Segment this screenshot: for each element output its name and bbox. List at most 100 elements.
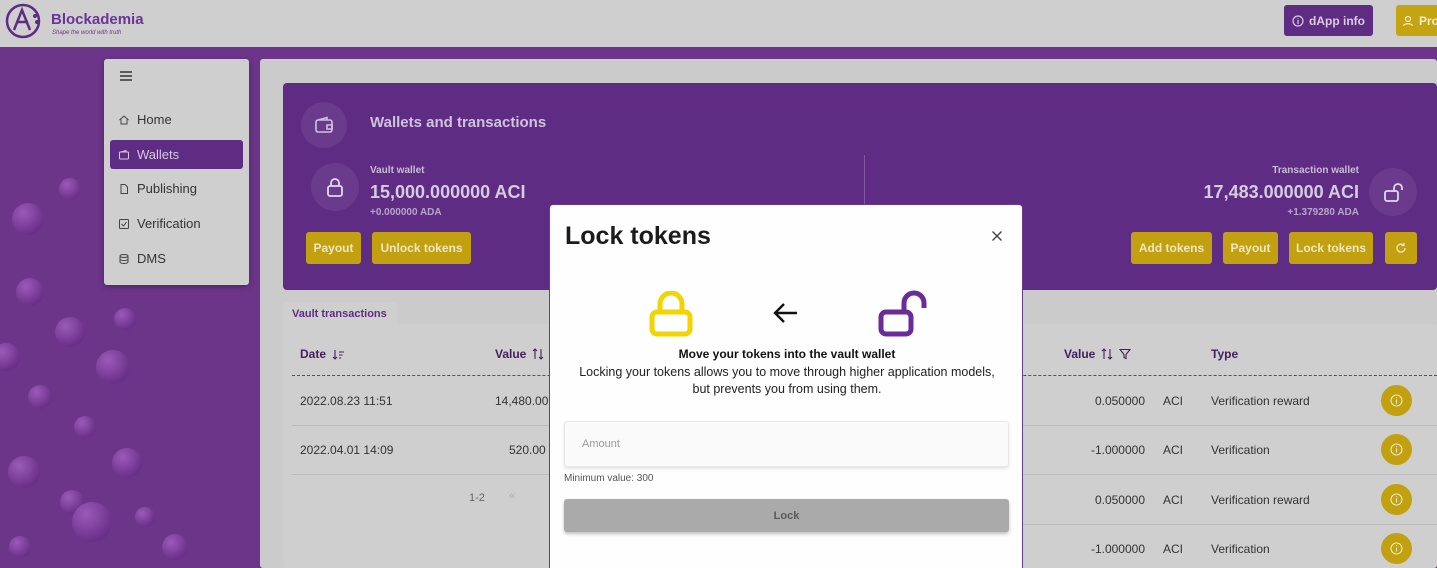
unlock-icon <box>1369 168 1417 216</box>
sidebar: Home Wallets Publishing Verification DMS <box>104 59 249 285</box>
lock-icon <box>311 163 359 211</box>
info-icon <box>1292 14 1304 27</box>
info-icon <box>1390 394 1403 407</box>
brand-tagline: Shape the world with truth <box>52 30 122 36</box>
sidebar-item-label: Publishing <box>137 181 197 196</box>
minimum-value-hint: Minimum value: 300 <box>564 473 654 484</box>
refresh-button[interactable] <box>1385 232 1417 264</box>
info-icon <box>1390 542 1403 555</box>
vault-row-date: 2022.04.01 14:09 <box>300 443 394 457</box>
profile-button[interactable]: Pro <box>1396 5 1437 36</box>
filter-icon[interactable] <box>1119 348 1132 360</box>
tab-vault-transactions[interactable]: Vault transactions <box>283 302 397 326</box>
vault-row-value: 14,480.00 <box>495 394 549 408</box>
unlock-icon <box>878 290 927 337</box>
lock-button[interactable]: Lock <box>564 499 1009 532</box>
row-info-button[interactable] <box>1381 533 1412 564</box>
type-column-header: Type <box>1211 347 1238 361</box>
tx-row-value: -1.000000 <box>1090 443 1145 457</box>
tx-row-unit: ACI <box>1163 493 1184 507</box>
sidebar-item-home[interactable]: Home <box>110 105 243 134</box>
row-divider <box>292 425 550 426</box>
tx-row-unit: ACI <box>1163 443 1184 457</box>
tx-row-value: -1.000000 <box>1090 542 1145 556</box>
modal-description-line: but prevents you from using them. <box>692 382 882 396</box>
lock-tokens-button[interactable]: Lock tokens <box>1289 232 1373 264</box>
tx-row-value: 0.050000 <box>1094 493 1145 507</box>
checkbox-icon <box>119 218 129 229</box>
row-divider <box>292 474 550 475</box>
blockademia-logo-icon <box>5 3 41 39</box>
close-icon[interactable] <box>990 229 1004 243</box>
tx-row-value: 0.050000 <box>1094 394 1145 408</box>
modal-heading: Move your tokens into the vault wallet <box>678 347 896 361</box>
sort-icon <box>1101 348 1113 360</box>
unlock-tokens-button[interactable]: Unlock tokens <box>372 232 471 264</box>
sidebar-item-label: Home <box>137 112 172 127</box>
modal-title: Lock tokens <box>565 222 711 250</box>
modal-description-line: Locking your tokens allows you to move t… <box>579 365 995 379</box>
wallet-icon <box>301 102 347 148</box>
transaction-wallet-ada: +1.379280 ADA <box>1287 207 1359 218</box>
tx-row-type: Verification reward <box>1211 394 1310 408</box>
date-column-header[interactable]: Date <box>300 347 345 361</box>
type-header-label: Type <box>1211 347 1239 361</box>
vault-wallet-value: 15,000.000000 ACI <box>370 182 526 202</box>
database-icon <box>119 253 129 264</box>
modal-description: Locking your tokens allows you to move t… <box>562 364 1012 398</box>
wallet-icon <box>119 149 129 159</box>
dapp-info-button[interactable]: dApp info <box>1284 5 1373 36</box>
row-info-button[interactable] <box>1381 385 1412 416</box>
sidebar-item-publishing[interactable]: Publishing <box>110 174 243 203</box>
sidebar-item-label: Verification <box>137 216 201 231</box>
sidebar-item-label: Wallets <box>137 147 180 162</box>
top-bar: Blockademia Shape the world with truth d… <box>0 0 1437 47</box>
date-header-label: Date <box>300 347 327 361</box>
tx-row-unit: ACI <box>1163 542 1184 556</box>
tx-row-unit: ACI <box>1163 394 1184 408</box>
info-icon <box>1390 493 1403 506</box>
sidebar-item-verification[interactable]: Verification <box>110 209 243 238</box>
profile-label: Pro <box>1419 13 1437 28</box>
arrow-left-icon <box>773 303 797 323</box>
row-divider <box>1023 425 1437 426</box>
tx-row-type: Verification <box>1211 542 1270 556</box>
dapp-info-label: dApp info <box>1309 13 1365 28</box>
amount-input[interactable] <box>564 421 1009 467</box>
vault-value-column-header[interactable]: Value <box>495 347 544 361</box>
pagination-range: 1-2 <box>469 492 485 504</box>
row-divider <box>1023 474 1437 475</box>
sort-desc-icon <box>332 349 345 360</box>
document-icon <box>120 183 128 194</box>
brand-name: Blockademia <box>51 11 144 28</box>
row-info-button[interactable] <box>1381 484 1412 515</box>
vault-wallet-label: Vault wallet <box>370 165 425 176</box>
home-icon <box>119 114 129 124</box>
vault-row-value: 520.00 <box>509 443 546 457</box>
transaction-wallet-value: 17,483.000000 ACI <box>1203 182 1359 202</box>
sidebar-item-wallets[interactable]: Wallets <box>110 140 243 169</box>
transaction-payout-button[interactable]: Payout <box>1223 232 1278 264</box>
lock-icon <box>649 291 693 337</box>
row-info-button[interactable] <box>1381 434 1412 465</box>
vault-payout-button[interactable]: Payout <box>306 232 361 264</box>
wallets-title: Wallets and transactions <box>370 114 547 131</box>
tx-row-type: Verification <box>1211 443 1270 457</box>
lock-tokens-modal: Lock tokens Move your tokens into the va… <box>549 204 1023 568</box>
tx-row-type: Verification reward <box>1211 493 1310 507</box>
tx-value-column-header[interactable]: Value <box>1064 347 1132 361</box>
refresh-icon <box>1396 243 1406 253</box>
vault-wallet-ada: +0.000000 ADA <box>370 207 442 218</box>
value-header-label: Value <box>1064 347 1096 361</box>
info-icon <box>1390 443 1403 456</box>
hamburger-menu-icon[interactable] <box>118 69 134 83</box>
sidebar-item-dms[interactable]: DMS <box>110 244 243 273</box>
user-icon <box>1402 15 1414 26</box>
transaction-wallet-label: Transaction wallet <box>1272 165 1359 176</box>
value-header-label: Value <box>495 347 527 361</box>
add-tokens-button[interactable]: Add tokens <box>1131 232 1212 264</box>
sidebar-item-label: DMS <box>137 251 166 266</box>
pagination-first-button[interactable]: « <box>509 490 515 502</box>
row-divider <box>1023 524 1437 525</box>
vault-row-date: 2022.08.23 11:51 <box>300 394 393 408</box>
